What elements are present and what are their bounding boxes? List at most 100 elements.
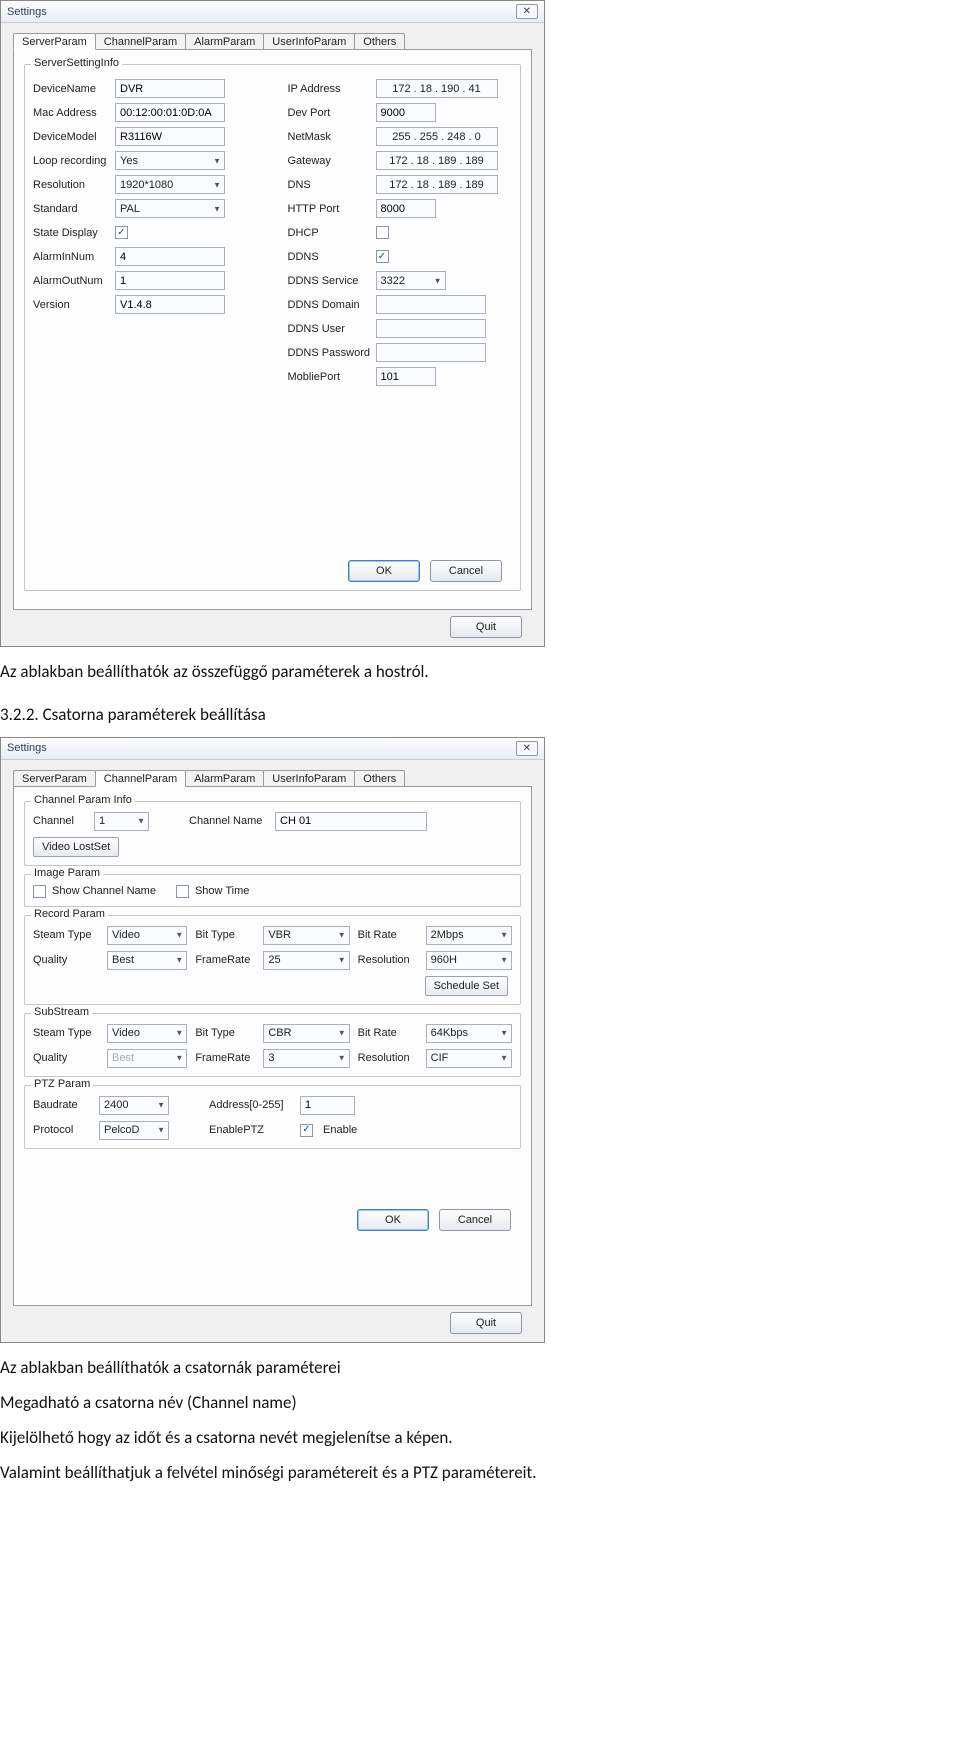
label-standard: Standard: [33, 203, 115, 215]
close-icon[interactable]: ✕: [516, 741, 538, 756]
cancel-button[interactable]: Cancel: [439, 1209, 511, 1231]
label-resolution: Resolution: [358, 954, 420, 966]
mobileport-input[interactable]: [376, 367, 436, 386]
label-baudrate: Baudrate: [33, 1099, 93, 1111]
label-enable: Enable: [323, 1124, 357, 1136]
channelname-input[interactable]: [275, 812, 427, 831]
tab-others[interactable]: Others: [354, 770, 405, 787]
show-time-checkbox[interactable]: [176, 885, 189, 898]
quality-select[interactable]: Best▼: [107, 951, 187, 970]
loop-select[interactable]: Yes▼: [115, 151, 225, 170]
tab-alarmparam[interactable]: AlarmParam: [185, 770, 264, 787]
chevron-down-icon: ▼: [175, 931, 183, 940]
dhcp-checkbox[interactable]: [376, 226, 389, 239]
chevron-down-icon: ▼: [500, 956, 508, 965]
chevron-down-icon: ▼: [157, 1126, 165, 1135]
tab-alarmparam[interactable]: AlarmParam: [185, 33, 264, 50]
devicename-input[interactable]: [115, 79, 225, 98]
close-icon[interactable]: ✕: [516, 4, 538, 19]
titlebar: Settings ✕: [1, 1, 544, 23]
sub-bitrate-select[interactable]: 64Kbps▼: [426, 1024, 512, 1043]
tab-channelparam[interactable]: ChannelParam: [95, 770, 186, 787]
doc-paragraph: Az ablakban beállíthatók az összefüggő p…: [0, 661, 960, 684]
show-channelname-checkbox[interactable]: [33, 885, 46, 898]
ok-button[interactable]: OK: [348, 560, 420, 582]
channel-select[interactable]: 1▼: [94, 812, 149, 831]
framerate-select[interactable]: 25▼: [263, 951, 349, 970]
label-ddns-password: DDNS Password: [288, 347, 376, 359]
label-framerate: FrameRate: [195, 1052, 257, 1064]
ok-button[interactable]: OK: [357, 1209, 429, 1231]
doc-paragraph: Kijelölhető hogy az időt és a csatorna n…: [0, 1427, 960, 1450]
ddns-user-input[interactable]: [376, 319, 486, 338]
devport-input[interactable]: [376, 103, 436, 122]
quit-button[interactable]: Quit: [450, 616, 522, 638]
standard-select[interactable]: PAL▼: [115, 199, 225, 218]
gateway-input[interactable]: 172. 18. 189. 189: [376, 151, 498, 170]
version-input[interactable]: [115, 295, 225, 314]
group-title: SubStream: [31, 1006, 92, 1018]
label-steamtype: Steam Type: [33, 1027, 101, 1039]
baudrate-select[interactable]: 2400▼: [99, 1096, 169, 1115]
httpport-input[interactable]: [376, 199, 436, 218]
tab-userinfoparam[interactable]: UserInfoParam: [263, 33, 355, 50]
sub-steamtype-select[interactable]: Video▼: [107, 1024, 187, 1043]
label-ddns-domain: DDNS Domain: [288, 299, 376, 311]
resolution-select[interactable]: 960H▼: [426, 951, 512, 970]
cancel-button[interactable]: Cancel: [430, 560, 502, 582]
tab-channelparam[interactable]: ChannelParam: [95, 33, 186, 50]
group-title: Image Param: [31, 867, 103, 879]
channel-param-group: Channel Param Info Channel 1▼ Channel Na…: [24, 801, 521, 866]
doc-heading: 3.2.2. Csatorna paraméterek beállítása: [0, 704, 960, 727]
tab-userinfoparam[interactable]: UserInfoParam: [263, 770, 355, 787]
label-alarmin: AlarmInNum: [33, 251, 115, 263]
alarmin-input[interactable]: [115, 247, 225, 266]
label-loop: Loop recording: [33, 155, 115, 167]
sub-framerate-select[interactable]: 3▼: [263, 1049, 349, 1068]
dns-input[interactable]: 172. 18. 189. 189: [376, 175, 498, 194]
label-ddns-user: DDNS User: [288, 323, 376, 335]
label-version: Version: [33, 299, 115, 311]
label-bittype: Bit Type: [195, 929, 257, 941]
image-param-group: Image Param Show Channel Name Show Time: [24, 874, 521, 907]
group-title: ServerSettingInfo: [31, 57, 122, 69]
sub-bittype-select[interactable]: CBR▼: [263, 1024, 349, 1043]
enableptz-checkbox[interactable]: ✓: [300, 1124, 313, 1137]
ddns-checkbox[interactable]: ✓: [376, 250, 389, 263]
model-input[interactable]: [115, 127, 225, 146]
ddns-password-input[interactable]: [376, 343, 486, 362]
label-protocol: Protocol: [33, 1124, 93, 1136]
label-model: DeviceModel: [33, 131, 115, 143]
netmask-input[interactable]: 255. 255. 248. 0: [376, 127, 498, 146]
ip-input[interactable]: 172. 18. 190. 41: [376, 79, 498, 98]
ddns-service-select[interactable]: 3322▼: [376, 271, 446, 290]
tabs: ServerParam ChannelParam AlarmParam User…: [13, 770, 532, 787]
resolution-select[interactable]: 1920*1080▼: [115, 175, 225, 194]
sub-resolution-select[interactable]: CIF▼: [426, 1049, 512, 1068]
label-address: Address[0-255]: [209, 1099, 294, 1111]
address-input[interactable]: [300, 1096, 355, 1115]
videolostset-button[interactable]: Video LostSet: [33, 837, 119, 857]
tab-serverparam[interactable]: ServerParam: [13, 33, 96, 50]
mac-input[interactable]: [115, 103, 225, 122]
chevron-down-icon: ▼: [175, 956, 183, 965]
tab-others[interactable]: Others: [354, 33, 405, 50]
quit-button[interactable]: Quit: [450, 1312, 522, 1334]
tabs: ServerParam ChannelParam AlarmParam User…: [13, 33, 532, 50]
scheduleset-button[interactable]: Schedule Set: [425, 976, 508, 996]
bittype-select[interactable]: VBR▼: [263, 926, 349, 945]
steamtype-select[interactable]: Video▼: [107, 926, 187, 945]
ddns-domain-input[interactable]: [376, 295, 486, 314]
label-dns: DNS: [288, 179, 376, 191]
label-resolution: Resolution: [358, 1052, 420, 1064]
chevron-down-icon: ▼: [338, 1054, 346, 1063]
ptz-param-group: PTZ Param Baudrate 2400▼ Address[0-255] …: [24, 1085, 521, 1149]
label-mobileport: MobliePort: [288, 371, 376, 383]
bitrate-select[interactable]: 2Mbps▼: [426, 926, 512, 945]
protocol-select[interactable]: PelcoD▼: [99, 1121, 169, 1140]
sub-quality-select[interactable]: Best▼: [107, 1049, 187, 1068]
tab-serverparam[interactable]: ServerParam: [13, 770, 96, 787]
alarmout-input[interactable]: [115, 271, 225, 290]
label-ip: IP Address: [288, 83, 376, 95]
statedisplay-checkbox[interactable]: ✓: [115, 226, 128, 239]
